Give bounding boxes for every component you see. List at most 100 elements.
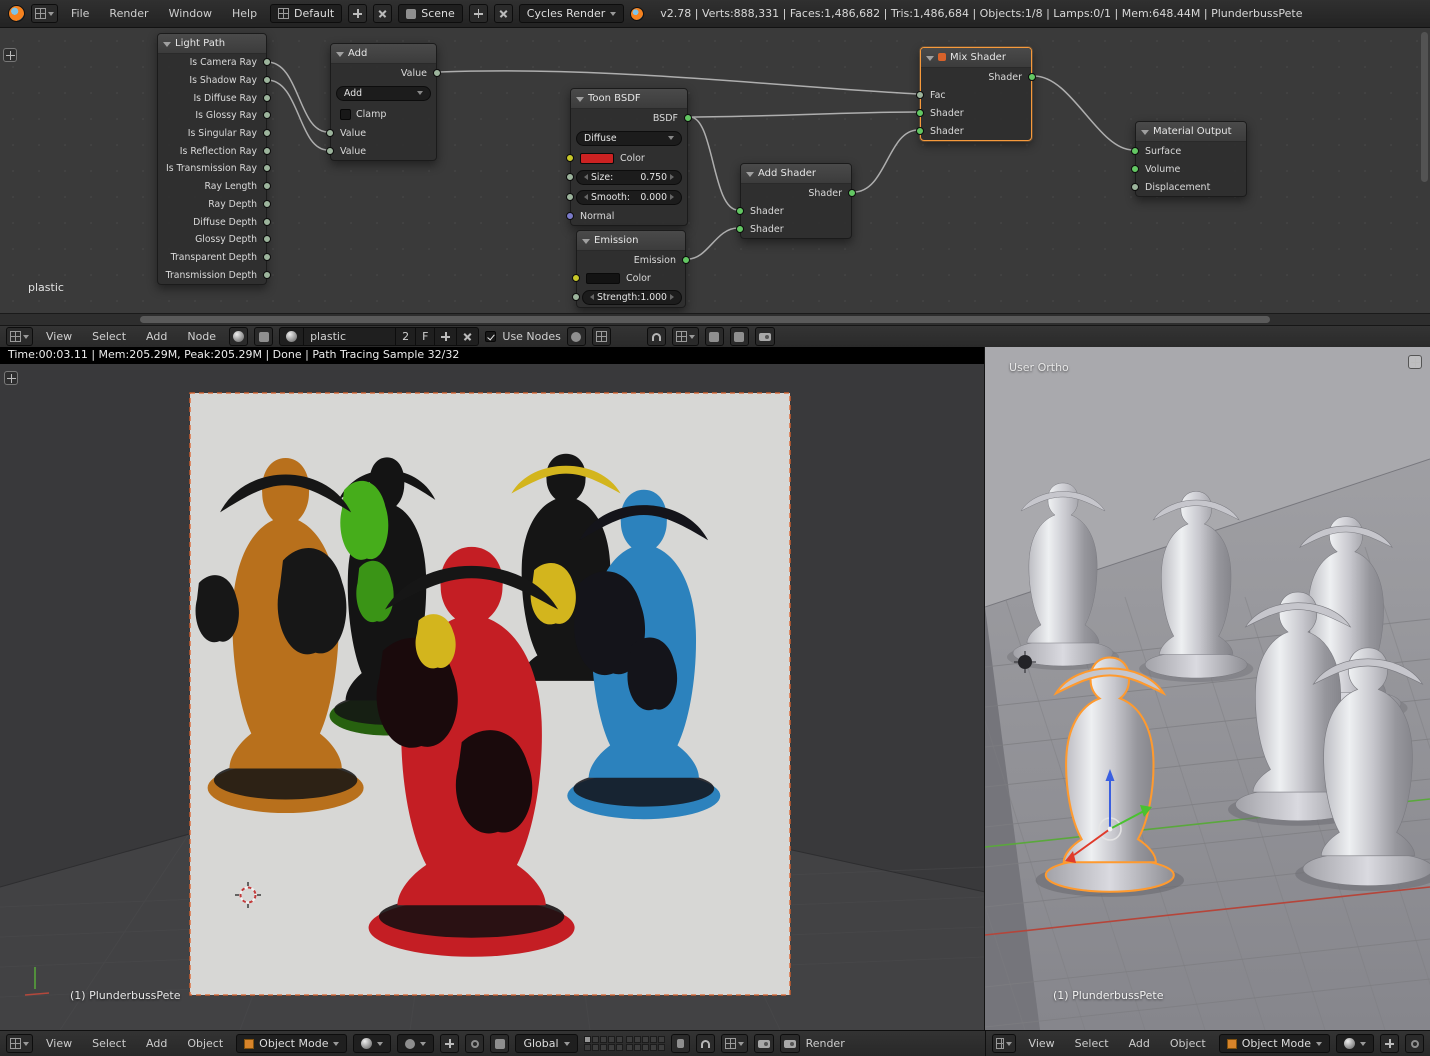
render-engine-selector[interactable]: Cycles Render: [518, 4, 625, 23]
operation-dropdown[interactable]: Add: [336, 85, 431, 101]
screen-layout-selector[interactable]: Default: [270, 4, 343, 23]
menu-view[interactable]: View: [1022, 1034, 1062, 1053]
menu-object[interactable]: Object: [1163, 1034, 1213, 1053]
input-socket[interactable]: [736, 206, 744, 215]
output-socket[interactable]: [682, 255, 690, 264]
material-name-field[interactable]: plastic: [304, 327, 397, 346]
menu-node[interactable]: Node: [180, 327, 223, 346]
color-swatch[interactable]: [586, 272, 620, 284]
node-emission[interactable]: Emission Emission Color Strength: 1.000: [572, 230, 690, 308]
menu-window[interactable]: Window: [162, 4, 219, 23]
scene-selector[interactable]: Scene: [398, 4, 463, 23]
snap-mode-button[interactable]: [671, 327, 699, 346]
pivot-selector[interactable]: [397, 1034, 435, 1053]
node-add-shader[interactable]: Add Shader Shader Shader Shader: [736, 163, 856, 239]
layer-cell[interactable]: [641, 1044, 649, 1051]
layer-cell[interactable]: [591, 1036, 599, 1043]
collapse-icon[interactable]: [576, 97, 584, 102]
input-socket[interactable]: [916, 90, 924, 99]
menu-help[interactable]: Help: [225, 4, 264, 23]
toolshelf-expand-button[interactable]: [4, 371, 18, 385]
layer-cell[interactable]: [657, 1044, 665, 1051]
transform-orientation-selector[interactable]: Global: [515, 1034, 578, 1053]
node-header[interactable]: Toon BSDF: [571, 89, 687, 109]
layer-cell[interactable]: [625, 1036, 633, 1043]
manipulator-translate-button[interactable]: [1380, 1034, 1399, 1053]
input-socket[interactable]: [326, 146, 334, 155]
output-socket[interactable]: [263, 270, 271, 279]
pin-button[interactable]: [566, 327, 586, 346]
lock-to-scene-button[interactable]: [670, 1034, 690, 1053]
node-header[interactable]: Add Shader: [741, 164, 851, 184]
manipulator-rotate-button[interactable]: [465, 1034, 485, 1053]
material-unlink-button[interactable]: [457, 327, 480, 346]
menu-render[interactable]: Render: [102, 4, 155, 23]
properties-expand-button[interactable]: [1408, 355, 1422, 369]
input-socket[interactable]: [326, 128, 334, 137]
zoom-border-button[interactable]: [754, 327, 775, 346]
layer-cell[interactable]: [607, 1044, 615, 1051]
node-math-add[interactable]: Add Value Add Clamp Value Value: [326, 43, 441, 161]
layer-cell[interactable]: [599, 1044, 607, 1051]
scene-add-button[interactable]: [468, 4, 488, 23]
input-socket[interactable]: [566, 153, 574, 162]
component-dropdown[interactable]: Diffuse: [576, 130, 682, 146]
layer-cell[interactable]: [649, 1036, 657, 1043]
output-socket[interactable]: [263, 252, 271, 261]
node-editor-horizontal-scrollbar[interactable]: [0, 313, 1430, 325]
layer-cell[interactable]: [641, 1036, 649, 1043]
screen-layout-add-button[interactable]: [348, 4, 368, 23]
node-toon-bsdf[interactable]: Toon BSDF BSDF Diffuse Color Size: 0.750 …: [566, 88, 692, 226]
menu-view[interactable]: View: [39, 327, 79, 346]
node-header[interactable]: Add: [331, 44, 436, 64]
opengl-render-anim-button[interactable]: [779, 1034, 800, 1053]
viewport-solid[interactable]: User Ortho (1) PlunderbussPete: [985, 347, 1430, 1030]
layer-cell[interactable]: [657, 1036, 665, 1043]
collapse-icon[interactable]: [1141, 130, 1149, 135]
node-mix-shader[interactable]: Mix Shader Shader Fac Shader Shader: [916, 47, 1036, 141]
use-nodes-checkbox[interactable]: [485, 331, 497, 342]
viewport-shading-selector[interactable]: [353, 1034, 392, 1053]
region-expand-button[interactable]: [3, 48, 17, 62]
material-new-button[interactable]: [435, 327, 458, 346]
output-socket[interactable]: [684, 113, 692, 122]
output-socket[interactable]: [1028, 72, 1036, 81]
input-socket[interactable]: [572, 273, 580, 282]
output-socket[interactable]: [433, 68, 441, 77]
node-header[interactable]: Emission: [577, 231, 685, 251]
input-socket[interactable]: [736, 224, 744, 233]
input-socket[interactable]: [566, 192, 574, 201]
snap-toggle-button[interactable]: [646, 327, 666, 346]
fake-user-button[interactable]: F: [416, 327, 436, 346]
menu-add[interactable]: Add: [139, 327, 174, 346]
input-socket[interactable]: [566, 211, 574, 220]
output-socket[interactable]: [263, 146, 271, 155]
manipulator-scale-button[interactable]: [490, 1034, 510, 1053]
size-slider[interactable]: Size: 0.750: [576, 169, 682, 185]
blender-logo-icon[interactable]: [8, 5, 25, 22]
layer-cell[interactable]: [633, 1044, 641, 1051]
layer-cell[interactable]: [583, 1044, 591, 1051]
layer-cell[interactable]: [583, 1036, 591, 1043]
editor-type-button[interactable]: [31, 4, 58, 23]
shader-type-button[interactable]: [229, 327, 249, 346]
screen-layout-delete-button[interactable]: [373, 4, 393, 23]
snap-element-button[interactable]: [720, 1034, 748, 1053]
smooth-slider[interactable]: Smooth: 0.000: [576, 189, 682, 205]
input-socket[interactable]: [566, 172, 574, 181]
parent-node-tree-button[interactable]: [591, 327, 611, 346]
render-label[interactable]: Render: [806, 1037, 845, 1050]
input-socket[interactable]: [916, 108, 924, 117]
input-socket[interactable]: [572, 292, 580, 301]
editor-type-button[interactable]: [6, 1034, 33, 1053]
menu-add[interactable]: Add: [139, 1034, 174, 1053]
menu-object[interactable]: Object: [180, 1034, 230, 1053]
input-socket[interactable]: [916, 126, 924, 135]
layer-cell[interactable]: [607, 1036, 615, 1043]
clamp-checkbox[interactable]: [340, 108, 351, 120]
collapse-icon[interactable]: [582, 239, 590, 244]
output-socket[interactable]: [848, 188, 856, 197]
node-header[interactable]: Light Path: [158, 34, 266, 54]
menu-select[interactable]: Select: [1068, 1034, 1116, 1053]
collapse-icon[interactable]: [746, 172, 754, 177]
